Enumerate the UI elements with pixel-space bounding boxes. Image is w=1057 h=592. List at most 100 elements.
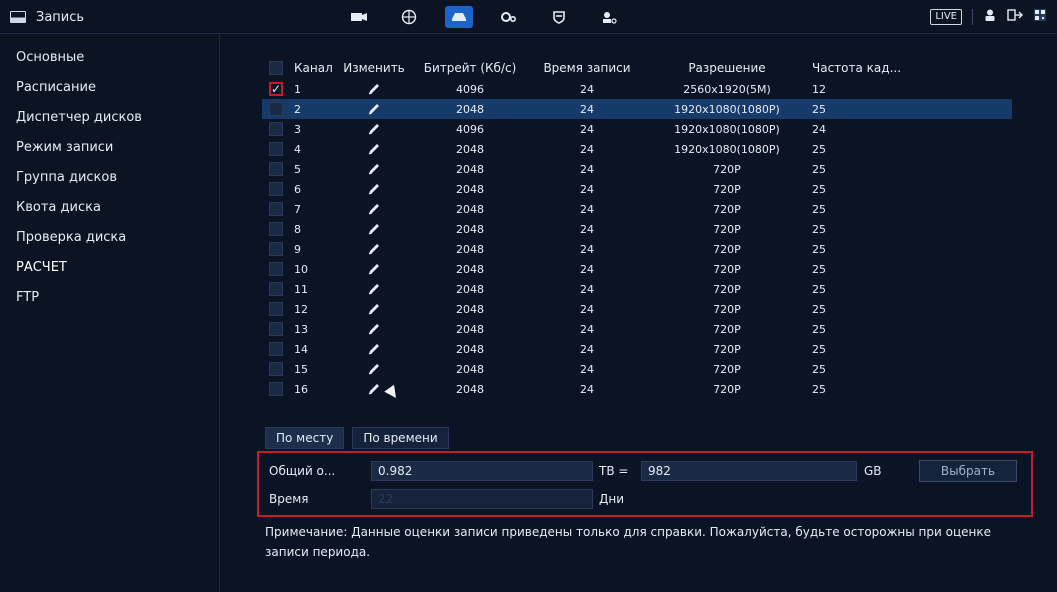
edit-icon[interactable] (336, 162, 412, 176)
edit-icon[interactable] (336, 202, 412, 216)
bitrate-value: 2048 (456, 382, 484, 396)
row-checkbox-cell (262, 102, 290, 116)
edit-icon[interactable] (336, 242, 412, 256)
row-checkbox[interactable] (269, 182, 283, 196)
sidebar-item-label: FTP (16, 289, 40, 305)
edit-icon[interactable] (336, 122, 412, 136)
resolution-value: 1920x1080(1080P) (674, 142, 780, 156)
sidebar-item-main[interactable]: Основные (0, 42, 219, 72)
row-checkbox[interactable] (269, 302, 283, 316)
frame-rate-value: 25 (812, 282, 826, 296)
table-row[interactable]: 4 2048 24 1920x1080(1080P) 25 (262, 139, 1012, 159)
user-icon[interactable] (983, 8, 997, 26)
channel-number: 11 (294, 282, 308, 296)
row-checkbox[interactable] (269, 122, 283, 136)
table-row[interactable]: 10 2048 24 720P 25 (262, 259, 1012, 279)
sidebar-item-calculation[interactable]: РАСЧЕТ (0, 252, 219, 282)
row-checkbox[interactable] (269, 342, 283, 356)
tab-by-space[interactable]: По месту (265, 427, 345, 449)
row-checkbox[interactable] (269, 222, 283, 236)
sidebar-item-disk-group[interactable]: Группа дисков (0, 162, 219, 192)
channel-number: 1 (294, 82, 301, 96)
table-row[interactable]: 9 2048 24 720P 25 (262, 239, 1012, 259)
edit-icon[interactable] (336, 282, 412, 296)
resolution-value: 720P (713, 182, 741, 196)
total-tb-input[interactable]: 0.982 (371, 461, 593, 481)
camera-icon[interactable] (345, 6, 373, 28)
table-row[interactable]: 3 4096 24 1920x1080(1080P) 24 (262, 119, 1012, 139)
tb-equals-label: TB = (599, 464, 629, 478)
row-checkbox[interactable] (269, 382, 283, 396)
gb-input[interactable]: 982 (641, 461, 857, 481)
edit-icon[interactable] (336, 82, 412, 96)
bitrate-value: 2048 (456, 302, 484, 316)
frame-rate-value: 25 (812, 202, 826, 216)
row-checkbox[interactable] (269, 242, 283, 256)
edit-icon[interactable] (336, 142, 412, 156)
tab-by-time[interactable]: По времени (352, 427, 449, 449)
estimate-panel: Общий о... 0.982 TB = 982 GB Выбрать Вре… (257, 451, 1033, 517)
frame-rate-value: 25 (812, 362, 826, 376)
table-row[interactable]: 13 2048 24 720P 25 (262, 319, 1012, 339)
shield-icon[interactable] (545, 6, 573, 28)
app-title: Запись (36, 9, 85, 25)
edit-icon[interactable] (336, 182, 412, 196)
record-time-value: 24 (580, 322, 594, 336)
row-checkbox[interactable] (269, 162, 283, 176)
live-button[interactable]: LIVE (930, 9, 962, 25)
edit-icon[interactable] (336, 362, 412, 376)
row-checkbox[interactable] (269, 282, 283, 296)
edit-icon[interactable] (336, 302, 412, 316)
row-checkbox-cell (262, 182, 290, 196)
select-all-checkbox[interactable] (269, 61, 283, 75)
resolution-value: 720P (713, 342, 741, 356)
row-checkbox[interactable] (269, 202, 283, 216)
channel-number: 15 (294, 362, 308, 376)
edit-icon[interactable] (336, 222, 412, 236)
table-row[interactable]: 8 2048 24 720P 25 (262, 219, 1012, 239)
table-row[interactable]: ✓ 1 4096 24 2560x1920(5M) 12 (262, 79, 1012, 99)
sidebar-item-disk-check[interactable]: Проверка диска (0, 222, 219, 252)
row-checkbox[interactable]: ✓ (269, 82, 283, 96)
table-row[interactable]: 2 2048 24 1920x1080(1080P) 25 (262, 99, 1012, 119)
table-row[interactable]: 5 2048 24 720P 25 (262, 159, 1012, 179)
edit-icon[interactable] (336, 102, 412, 116)
table-row[interactable]: 14 2048 24 720P 25 (262, 339, 1012, 359)
table-row[interactable]: 16 2048 24 720P 25 (262, 379, 1012, 399)
table-row[interactable]: 12 2048 24 720P 25 (262, 299, 1012, 319)
edit-icon[interactable] (336, 342, 412, 356)
resolution-value: 720P (713, 222, 741, 236)
row-checkbox[interactable] (269, 362, 283, 376)
bitrate-value: 2048 (456, 282, 484, 296)
settings-icon[interactable] (495, 6, 523, 28)
table-row[interactable]: 15 2048 24 720P 25 (262, 359, 1012, 379)
sidebar-item-record-mode[interactable]: Режим записи (0, 132, 219, 162)
bitrate-value: 2048 (456, 242, 484, 256)
table-row[interactable]: 11 2048 24 720P 25 (262, 279, 1012, 299)
frame-rate-value: 24 (812, 122, 826, 136)
edit-icon[interactable] (336, 322, 412, 336)
days-input[interactable]: 22 (371, 489, 593, 509)
row-checkbox[interactable] (269, 262, 283, 276)
row-checkbox[interactable] (269, 322, 283, 336)
network-icon[interactable] (395, 6, 423, 28)
choose-button[interactable]: Выбрать (919, 460, 1017, 482)
sidebar-item-ftp[interactable]: FTP (0, 282, 219, 312)
record-time-value: 24 (580, 242, 594, 256)
table-row[interactable]: 6 2048 24 720P 25 (262, 179, 1012, 199)
row-checkbox[interactable] (269, 102, 283, 116)
edit-icon[interactable] (336, 262, 412, 276)
logout-icon[interactable] (1007, 8, 1023, 26)
storage-icon[interactable] (445, 6, 473, 28)
row-checkbox[interactable] (269, 142, 283, 156)
row-checkbox-cell (262, 122, 290, 136)
table-row[interactable]: 7 2048 24 720P 25 (262, 199, 1012, 219)
row-checkbox-cell (262, 222, 290, 236)
qr-code-icon[interactable] (1033, 8, 1047, 26)
resolution-value: 720P (713, 202, 741, 216)
user-settings-icon[interactable] (595, 6, 623, 28)
sidebar-item-disk-quota[interactable]: Квота диска (0, 192, 219, 222)
sidebar-item-disk-manager[interactable]: Диспетчер дисков (0, 102, 219, 132)
sidebar-item-schedule[interactable]: Расписание (0, 72, 219, 102)
record-time-value: 24 (580, 282, 594, 296)
